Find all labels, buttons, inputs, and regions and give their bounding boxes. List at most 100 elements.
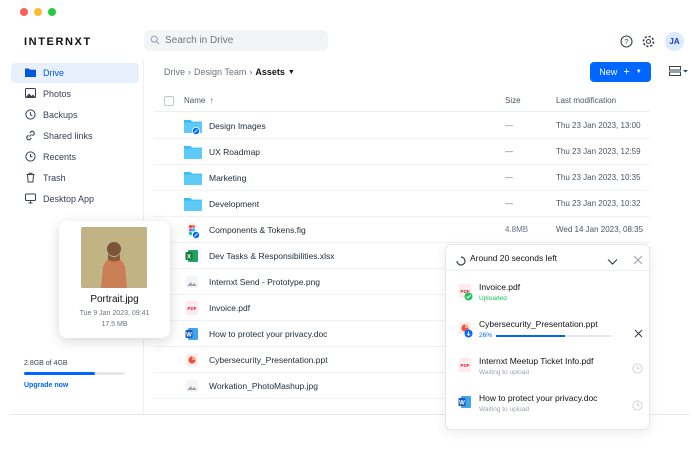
file-size: 4.8MB <box>505 225 529 234</box>
column-header-modified[interactable]: Last modification <box>556 96 616 105</box>
image-file-icon <box>184 378 200 394</box>
avatar[interactable]: JA <box>665 32 684 51</box>
trash-icon <box>25 172 36 185</box>
photo-thumbnail <box>81 227 147 288</box>
upload-file-name: Invoice.pdf <box>479 282 521 292</box>
file-size: — <box>505 199 513 208</box>
pdf-file-icon: PDF <box>457 283 473 301</box>
maximize-window-button[interactable] <box>48 8 56 16</box>
table-row[interactable]: UX Roadmap — Thu 23 Jan 2023, 12:59 <box>154 139 650 165</box>
upload-status: Uploaded <box>479 295 507 302</box>
folder-file-icon <box>184 144 202 160</box>
divider <box>154 111 650 112</box>
breadcrumb-design-team[interactable]: Design Team <box>194 67 246 77</box>
upload-file-name: Internxt Meetup Ticket Info.pdf <box>479 356 594 366</box>
table-row[interactable]: Design Images — Thu 23 Jan 2023, 13:00 <box>154 113 650 139</box>
upload-progress-fill <box>496 335 565 337</box>
gear-icon[interactable] <box>640 33 656 49</box>
chevron-down-icon: ▼ <box>635 69 642 75</box>
file-name: Marketing <box>209 173 247 183</box>
sidebar-item-label: Recents <box>43 152 77 162</box>
caret-down-icon[interactable]: ▼ <box>288 69 295 76</box>
breadcrumb-current[interactable]: Assets <box>255 67 285 77</box>
chevron-right-icon: › <box>249 67 253 77</box>
upload-item: Cybersecurity_Presentation.ppt 26% <box>446 312 651 349</box>
clock-icon <box>632 361 643 379</box>
sidebar-item-drive[interactable]: Drive <box>11 63 139 83</box>
storage-usage-text: 2.8GB of 4GB <box>24 360 68 367</box>
preview-size: 17.5 MB <box>101 321 128 328</box>
app-window: INTERNXT ? JA Drive Photos Backups <box>10 0 690 430</box>
folder-file-icon <box>184 118 202 135</box>
sidebar-item-label: Drive <box>43 68 65 78</box>
search-box[interactable] <box>144 30 328 51</box>
upload-item: PDF Internxt Meetup Ticket Info.pdf Waitin… <box>446 349 651 386</box>
svg-text:?: ? <box>624 37 628 46</box>
table-row[interactable]: Development — Thu 23 Jan 2023, 10:32 <box>154 191 650 217</box>
file-name: Design Images <box>209 121 266 131</box>
file-name: Internxt Send - Prototype.png <box>209 277 321 287</box>
new-button[interactable]: New + ▼ <box>590 62 651 82</box>
collapse-icon[interactable] <box>607 253 618 271</box>
svg-text:PDF: PDF <box>460 363 469 368</box>
close-window-button[interactable] <box>20 8 28 16</box>
upload-item: PDF Invoice.pdf Uploaded <box>446 275 651 312</box>
word-file-icon: W <box>184 326 200 342</box>
clock-backup-icon <box>25 108 36 122</box>
image-icon <box>25 88 36 100</box>
breadcrumb: Drive › Design Team › Assets ▼ <box>164 67 295 77</box>
window-controls <box>20 8 56 16</box>
preview-title: Portrait.jpg <box>90 294 139 305</box>
upload-progress-bar <box>496 335 611 337</box>
link-icon <box>25 130 36 143</box>
view-mode-button[interactable] <box>668 65 690 79</box>
file-name: Development <box>209 199 260 209</box>
chevron-right-icon: › <box>188 67 192 77</box>
file-modified: Wed 14 Jan 2023, 08:35 <box>556 225 644 234</box>
sidebar-item-trash[interactable]: Trash <box>11 168 139 188</box>
breadcrumb-drive[interactable]: Drive <box>164 67 185 77</box>
close-panel-icon[interactable] <box>633 252 643 270</box>
sidebar-item-desktop-app[interactable]: Desktop App <box>11 189 139 209</box>
file-name: Components & Tokens.fig <box>209 225 306 235</box>
cancel-upload-icon[interactable] <box>634 325 643 343</box>
storage-bar-fill <box>24 372 95 375</box>
svg-text:PDF: PDF <box>187 306 196 311</box>
sidebar-item-recents[interactable]: Recents <box>11 147 139 167</box>
help-icon[interactable]: ? <box>618 33 634 49</box>
file-name: Invoice.pdf <box>209 303 251 313</box>
select-all-checkbox[interactable] <box>164 96 174 106</box>
upload-status: Waiting to upload <box>479 369 529 376</box>
upload-file-name: Cybersecurity_Presentation.ppt <box>479 319 598 329</box>
svg-text:W: W <box>459 401 465 407</box>
sidebar-item-photos[interactable]: Photos <box>11 84 139 104</box>
sidebar-item-shared-links[interactable]: Shared links <box>11 126 139 146</box>
upgrade-link[interactable]: Upgrade now <box>24 382 68 389</box>
file-name: Dev Tasks & Responsibilities.xlsx <box>209 251 335 261</box>
upload-panel-header: Around 20 seconds left <box>446 245 651 271</box>
clock-icon <box>25 150 36 164</box>
file-modified: Thu 23 Jan 2023, 13:00 <box>556 121 641 130</box>
ppt-file-icon <box>457 320 473 338</box>
table-row[interactable]: Marketing — Thu 23 Jan 2023, 10:35 <box>154 165 650 191</box>
list-view-icon <box>669 63 689 81</box>
table-row[interactable]: Components & Tokens.fig 4.8MB Wed 14 Jan 2… <box>154 217 650 243</box>
image-file-icon <box>184 274 200 290</box>
spinner-icon <box>456 253 466 271</box>
plus-icon: + <box>623 66 630 78</box>
column-header-size[interactable]: Size <box>505 96 521 105</box>
folder-file-icon <box>184 170 202 186</box>
photo-preview-card[interactable]: Portrait.jpg Tue 9 Jan 2023, 09:41 17.5 … <box>59 221 170 338</box>
column-header-name[interactable]: Name ↑ <box>184 96 214 105</box>
search-input[interactable] <box>165 35 315 46</box>
folder-file-icon <box>184 196 202 212</box>
file-name: UX Roadmap <box>209 147 261 157</box>
figma-file-icon <box>184 222 200 239</box>
sidebar-item-label: Trash <box>43 173 66 183</box>
svg-text:W: W <box>186 333 192 339</box>
sidebar-item-backups[interactable]: Backups <box>11 105 139 125</box>
minimize-window-button[interactable] <box>34 8 42 16</box>
file-size: — <box>505 121 513 130</box>
top-bar: INTERNXT ? JA <box>10 26 690 60</box>
storage-bar <box>24 372 125 375</box>
